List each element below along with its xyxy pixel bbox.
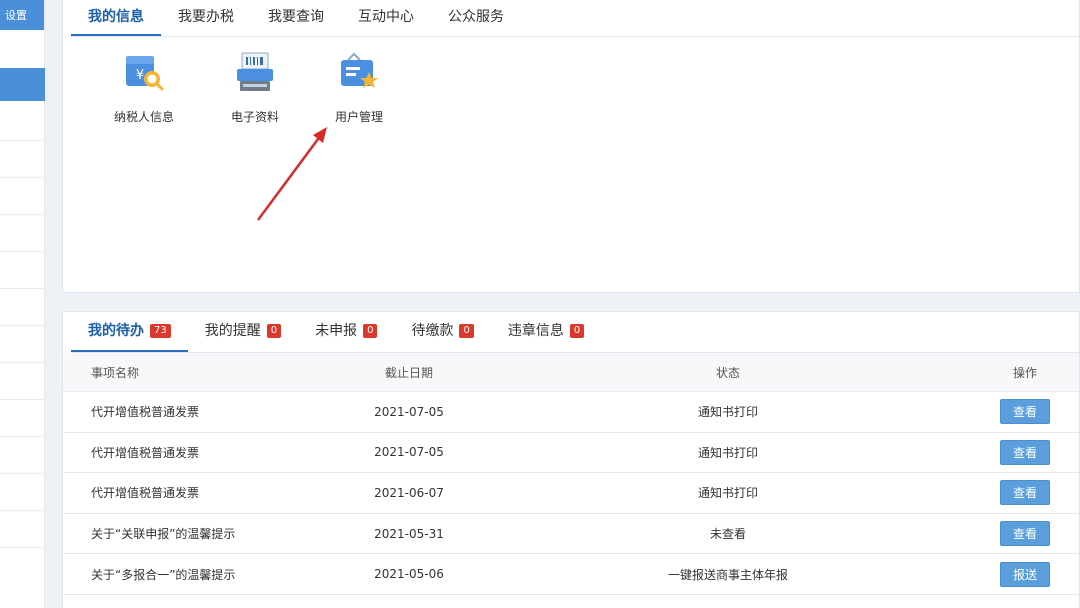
item-name: 关于“关联申报”的温馨提示 <box>91 527 236 542</box>
status: 一键报送商事主体年报 <box>667 567 788 582</box>
main-nav-tabs: 我的信息 我要办税 我要查询 互动中心 公众服务 <box>71 0 1079 37</box>
item-name: 关于“多报合一”的温馨提示 <box>91 567 236 582</box>
shortcut-label: 电子资料 <box>230 110 279 124</box>
taxpayer-info-icon: ¥ <box>121 50 167 96</box>
shortcut-electronic-documents[interactable]: 电子资料 <box>205 50 305 125</box>
sidebar-divider <box>0 547 45 548</box>
header-item-name: 事项名称 <box>91 365 140 380</box>
item-name: 代开增值税普通发票 <box>91 405 200 420</box>
sidebar-active-item[interactable] <box>0 68 45 101</box>
todo-table: 事项名称 截止日期 状态 操作 代开增值税普通发票 2021-07-05 通知书… <box>63 353 1079 595</box>
shortcut-user-management[interactable]: 用户管理 <box>309 50 409 125</box>
shortcut-grid: ¥ 纳税人信息 电子资料 用户管理 <box>63 50 1079 140</box>
tab-my-reminders[interactable]: 我的提醒 0 <box>188 312 298 352</box>
sidebar-divider <box>0 362 45 363</box>
tab-my-todos[interactable]: 我的待办 73 <box>71 312 188 352</box>
table-row: 代开增值税普通发票 2021-06-07 通知书打印 查看 <box>63 473 1079 514</box>
electronic-documents-icon <box>232 50 278 96</box>
user-management-icon <box>336 50 382 96</box>
tab-pending-payment[interactable]: 待缴款 0 <box>394 312 490 352</box>
deadline: 2021-05-31 <box>374 526 444 541</box>
sidebar-divider <box>0 510 45 511</box>
view-button[interactable]: 查看 <box>1000 399 1050 425</box>
deadline: 2021-07-05 <box>374 404 444 419</box>
tab-label: 我的待办 <box>88 323 144 339</box>
sidebar-settings-item[interactable]: 设置 <box>0 0 44 30</box>
header-status: 状态 <box>715 365 740 380</box>
tab-my-info[interactable]: 我的信息 <box>71 0 161 36</box>
count-badge: 0 <box>266 324 282 338</box>
sidebar-divider <box>0 140 45 141</box>
deadline: 2021-06-07 <box>374 485 444 500</box>
tab-not-declared[interactable]: 未申报 0 <box>298 312 394 352</box>
header-action: 操作 <box>1012 365 1037 380</box>
status: 通知书打印 <box>697 405 758 420</box>
tab-interaction-center[interactable]: 互动中心 <box>341 0 431 36</box>
table-row: 关于“关联申报”的温馨提示 2021-05-31 未查看 查看 <box>63 514 1079 555</box>
table-row: 关于“多报合一”的温馨提示 2021-05-06 一键报送商事主体年报 报送 <box>63 554 1079 595</box>
status: 通知书打印 <box>697 445 758 460</box>
submit-button[interactable]: 报送 <box>1000 561 1050 587</box>
count-badge: 0 <box>363 324 378 338</box>
view-button[interactable]: 查看 <box>1000 480 1050 506</box>
sidebar-divider <box>0 214 45 215</box>
count-badge: 73 <box>150 324 171 338</box>
table-header: 事项名称 截止日期 状态 操作 <box>63 353 1079 392</box>
todo-tabs: 我的待办 73 我的提醒 0 未申报 0 待缴款 0 违章信息 0 <box>71 312 1079 353</box>
item-name: 代开增值税普通发票 <box>91 486 200 501</box>
tab-public-services[interactable]: 公众服务 <box>431 0 521 36</box>
header-deadline: 截止日期 <box>384 365 433 380</box>
view-button[interactable]: 查看 <box>1000 439 1050 465</box>
red-arrow-annotation <box>256 127 327 221</box>
status: 未查看 <box>709 527 746 542</box>
count-badge: 0 <box>459 324 474 338</box>
left-sidebar: 设置 <box>0 0 45 608</box>
sidebar-divider <box>0 325 45 326</box>
svg-text:¥: ¥ <box>136 68 144 83</box>
tab-label: 待缴款 <box>411 323 454 339</box>
sidebar-divider <box>0 288 45 289</box>
tab-tax-handling[interactable]: 我要办税 <box>161 0 251 36</box>
shortcut-taxpayer-info[interactable]: ¥ 纳税人信息 <box>94 50 194 125</box>
sidebar-divider <box>0 473 45 474</box>
tab-label: 我的提醒 <box>204 323 261 339</box>
shortcut-label: 纳税人信息 <box>113 110 174 124</box>
status: 通知书打印 <box>697 486 758 501</box>
shortcut-label: 用户管理 <box>334 110 383 124</box>
sidebar-divider <box>0 436 45 437</box>
todo-panel: 我的待办 73 我的提醒 0 未申报 0 待缴款 0 违章信息 0 事项名称 截止日期 状… <box>62 311 1080 608</box>
tab-label: 未申报 <box>315 323 358 339</box>
deadline: 2021-05-06 <box>374 567 444 582</box>
deadline: 2021-07-05 <box>374 445 444 460</box>
sidebar-divider <box>0 177 45 178</box>
view-button[interactable]: 查看 <box>1000 521 1050 547</box>
item-name: 代开增值税普通发票 <box>91 445 200 460</box>
sidebar-divider <box>0 251 45 252</box>
table-row: 代开增值税普通发票 2021-07-05 通知书打印 查看 <box>63 433 1079 474</box>
tab-label: 违章信息 <box>507 323 564 339</box>
tab-query[interactable]: 我要查询 <box>251 0 341 36</box>
table-row: 代开增值税普通发票 2021-07-05 通知书打印 查看 <box>63 392 1079 433</box>
tab-violations[interactable]: 违章信息 0 <box>491 312 601 352</box>
sidebar-divider <box>0 399 45 400</box>
count-badge: 0 <box>569 324 585 338</box>
my-info-panel: 我的信息 我要办税 我要查询 互动中心 公众服务 ¥ 纳税人信息 电子资料 用户… <box>62 0 1080 293</box>
